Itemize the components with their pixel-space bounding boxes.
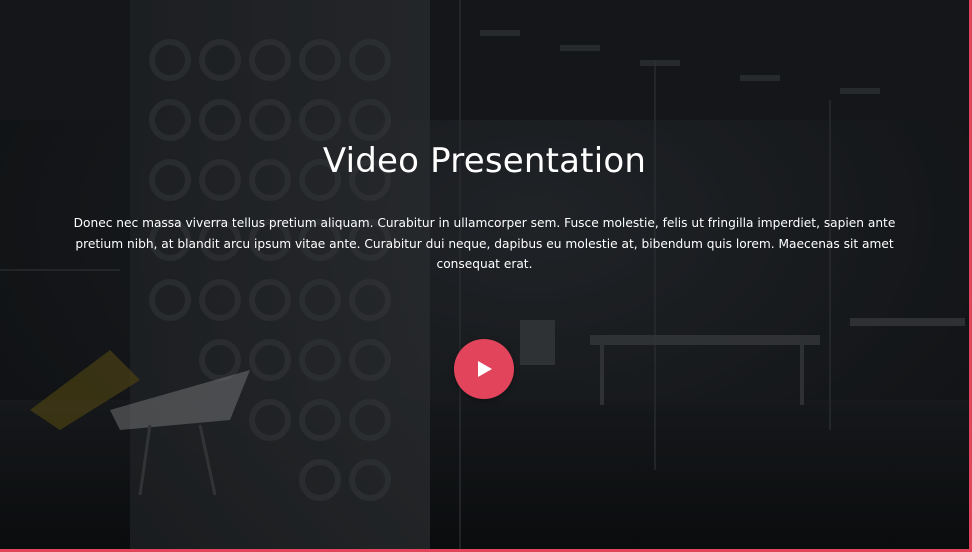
dark-overlay [0,0,969,549]
section-title: Video Presentation [322,141,647,181]
play-icon [478,361,492,377]
play-button[interactable] [454,339,514,399]
video-presentation-section: Video Presentation Donec nec massa viver… [0,0,972,552]
section-description: Donec nec massa viverra tellus pretium a… [73,216,896,271]
